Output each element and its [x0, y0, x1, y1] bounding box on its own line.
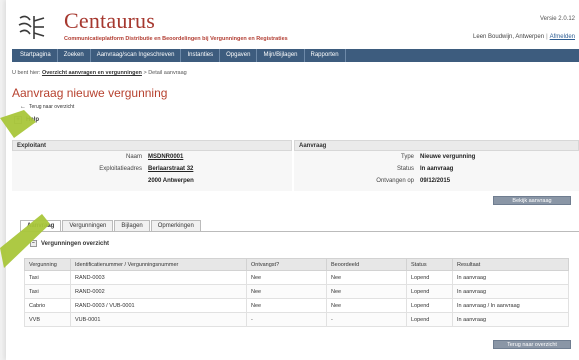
licenses-table: Vergunning Identificatienummer / Vergunn… — [24, 258, 569, 327]
exploitant-city-row: 2000 Antwerpen — [12, 178, 194, 184]
aanvraag-date-row: Ontvangen op 09/12/2015 — [294, 178, 450, 184]
breadcrumb-prefix: U bent hier: — [12, 70, 41, 76]
table-cell: Nee — [246, 298, 327, 313]
logout-link[interactable]: Afmelden — [550, 34, 575, 40]
exploitant-heading: Exploitant — [12, 140, 292, 151]
user-name: Leen Boudwijn, Antwerpen — [473, 34, 545, 40]
aanvraag-status-key: Status — [396, 166, 414, 172]
page: Centaurus Communicatieplatform Distribut… — [6, 0, 579, 360]
breadcrumb: U bent hier: Overzicht aanvragen en verg… — [12, 70, 187, 76]
table-cell: Lopend — [406, 298, 453, 313]
aanvraag-status-value: In aanvraag — [420, 166, 454, 172]
table-row[interactable]: Cabrio RAND-0003 / VUB-0001 Nee Nee Lope… — [24, 298, 569, 313]
table-row[interactable]: Taxi RAND-0002 Nee Nee Lopend In aanvraa… — [24, 284, 569, 299]
table-cell: RAND-0003 / VUB-0001 — [70, 298, 247, 313]
table-cell: Lopend — [406, 312, 453, 327]
nav-item-aanvraag[interactable]: Aanvraag/scan Ingeschreven — [91, 49, 182, 62]
table-row[interactable]: Taxi RAND-0003 Nee Nee Lopend In aanvraa… — [24, 270, 569, 285]
aanvraag-date-key: Ontvangen op — [376, 178, 414, 184]
tab-vergunningen[interactable]: Vergunningen — [62, 220, 114, 231]
highlight-arrow-icon — [0, 214, 50, 268]
table-cell: In aanvraag — [452, 312, 569, 327]
table-cell: VVB — [24, 312, 71, 327]
version-label: Versie 2.0.12 — [539, 16, 575, 22]
table-cell: In aanvraag — [452, 270, 569, 285]
column-header[interactable]: Ontvangst? — [246, 258, 327, 271]
breadcrumb-current: > Detail aanvraag — [143, 70, 187, 76]
nav-item-zoeken[interactable]: Zoeken — [58, 49, 91, 62]
exploitant-panel: Naam MSDNR0001 Exploitatieadres Berlaarstr… — [12, 151, 292, 191]
tab-divider — [20, 231, 579, 232]
exploitant-city-value: 2000 Antwerpen — [148, 178, 194, 184]
tab-bijlagen[interactable]: Bijlagen — [114, 220, 150, 231]
aanvraag-type-row: Type Nieuwe vergunning — [294, 154, 475, 160]
table-cell: - — [326, 312, 407, 327]
table-cell: In aanvraag — [452, 284, 569, 299]
brand-name: Centaurus — [64, 8, 156, 33]
tab-opmerkingen[interactable]: Opmerkingen — [150, 220, 201, 231]
back-to-overview-button[interactable]: Terug naar overzicht — [493, 340, 571, 349]
exploitant-name-row: Naam MSDNR0001 — [12, 154, 183, 160]
aanvraag-type-key: Type — [400, 154, 414, 160]
nav-item-startpagina[interactable]: Startpagina — [14, 49, 58, 62]
table-cell: Nee — [326, 284, 407, 299]
aanvraag-panel: Type Nieuwe vergunning Status In aanvraag … — [294, 151, 579, 191]
header: Centaurus Communicatieplatform Distribut… — [6, 0, 579, 50]
table-cell: RAND-0003 — [70, 270, 247, 285]
table-cell: Nee — [246, 284, 327, 299]
centaurus-logo-icon — [18, 15, 45, 39]
aanvraag-status-row: Status In aanvraag — [294, 166, 453, 172]
exploitant-address-key: Exploitatieadres — [99, 166, 142, 172]
table-cell: Nee — [246, 270, 327, 285]
aanvraag-type-value: Nieuwe vergunning — [420, 154, 476, 160]
column-header[interactable]: Resultaat — [452, 258, 569, 271]
column-header[interactable]: Identificatienummer / Vergunningsnummer — [70, 258, 247, 271]
table-cell: Nee — [326, 298, 407, 313]
table-header-row: Vergunning Identificatienummer / Vergunn… — [24, 258, 569, 271]
exploitant-name-value[interactable]: MSDNR0001 — [148, 154, 183, 160]
exploitant-address-row: Exploitatieadres Berlaarstraat 32 — [12, 166, 193, 172]
table-cell: Cabrio — [24, 298, 71, 313]
section-title: Vergunningen overzicht — [41, 240, 110, 247]
table-cell: Nee — [326, 270, 407, 285]
table-cell: RAND-0002 — [70, 284, 247, 299]
breadcrumb-link[interactable]: Overzicht aanvragen en vergunningen — [42, 70, 142, 76]
column-header[interactable]: Status — [406, 258, 453, 271]
exploitant-address-value: Berlaarstraat 32 — [148, 166, 194, 172]
nav-item-instanties[interactable]: Instanties — [181, 49, 221, 62]
page-title: Aanvraag nieuwe vergunning — [12, 86, 168, 100]
main-nav: Startpagina Zoeken Aanvraag/scan Ingesch… — [12, 49, 579, 62]
table-cell: VUB-0001 — [70, 312, 247, 327]
aanvraag-date-value: 09/12/2015 — [420, 178, 451, 184]
nav-item-opgaven[interactable]: Opgaven — [220, 49, 258, 62]
table-cell: Lopend — [406, 270, 453, 285]
aanvraag-heading: Aanvraag — [294, 140, 579, 151]
highlight-arrow-icon — [0, 110, 36, 138]
table-cell: In aanvraag / In aanvraag — [452, 298, 569, 313]
nav-item-bijlagen[interactable]: Mijn/Bijlagen — [257, 49, 305, 62]
user-info: Leen Boudwijn, Antwerpen | Afmelden — [473, 34, 575, 40]
table-cell: Taxi — [24, 270, 71, 285]
nav-item-rapporten[interactable]: Rapporten — [305, 49, 346, 62]
column-header[interactable]: Beoordeeld — [326, 258, 407, 271]
table-cell: Lopend — [406, 284, 453, 299]
table-cell: Taxi — [24, 284, 71, 299]
table-row[interactable]: VVB VUB-0001 - - Lopend In aanvraag — [24, 312, 569, 327]
view-request-button[interactable]: Bekijk aanvraag — [493, 196, 571, 205]
exploitant-name-key: Naam — [125, 154, 142, 160]
table-cell: - — [246, 312, 327, 327]
brand-tagline: Communicatieplatform Distributie en Beoo… — [64, 36, 288, 42]
